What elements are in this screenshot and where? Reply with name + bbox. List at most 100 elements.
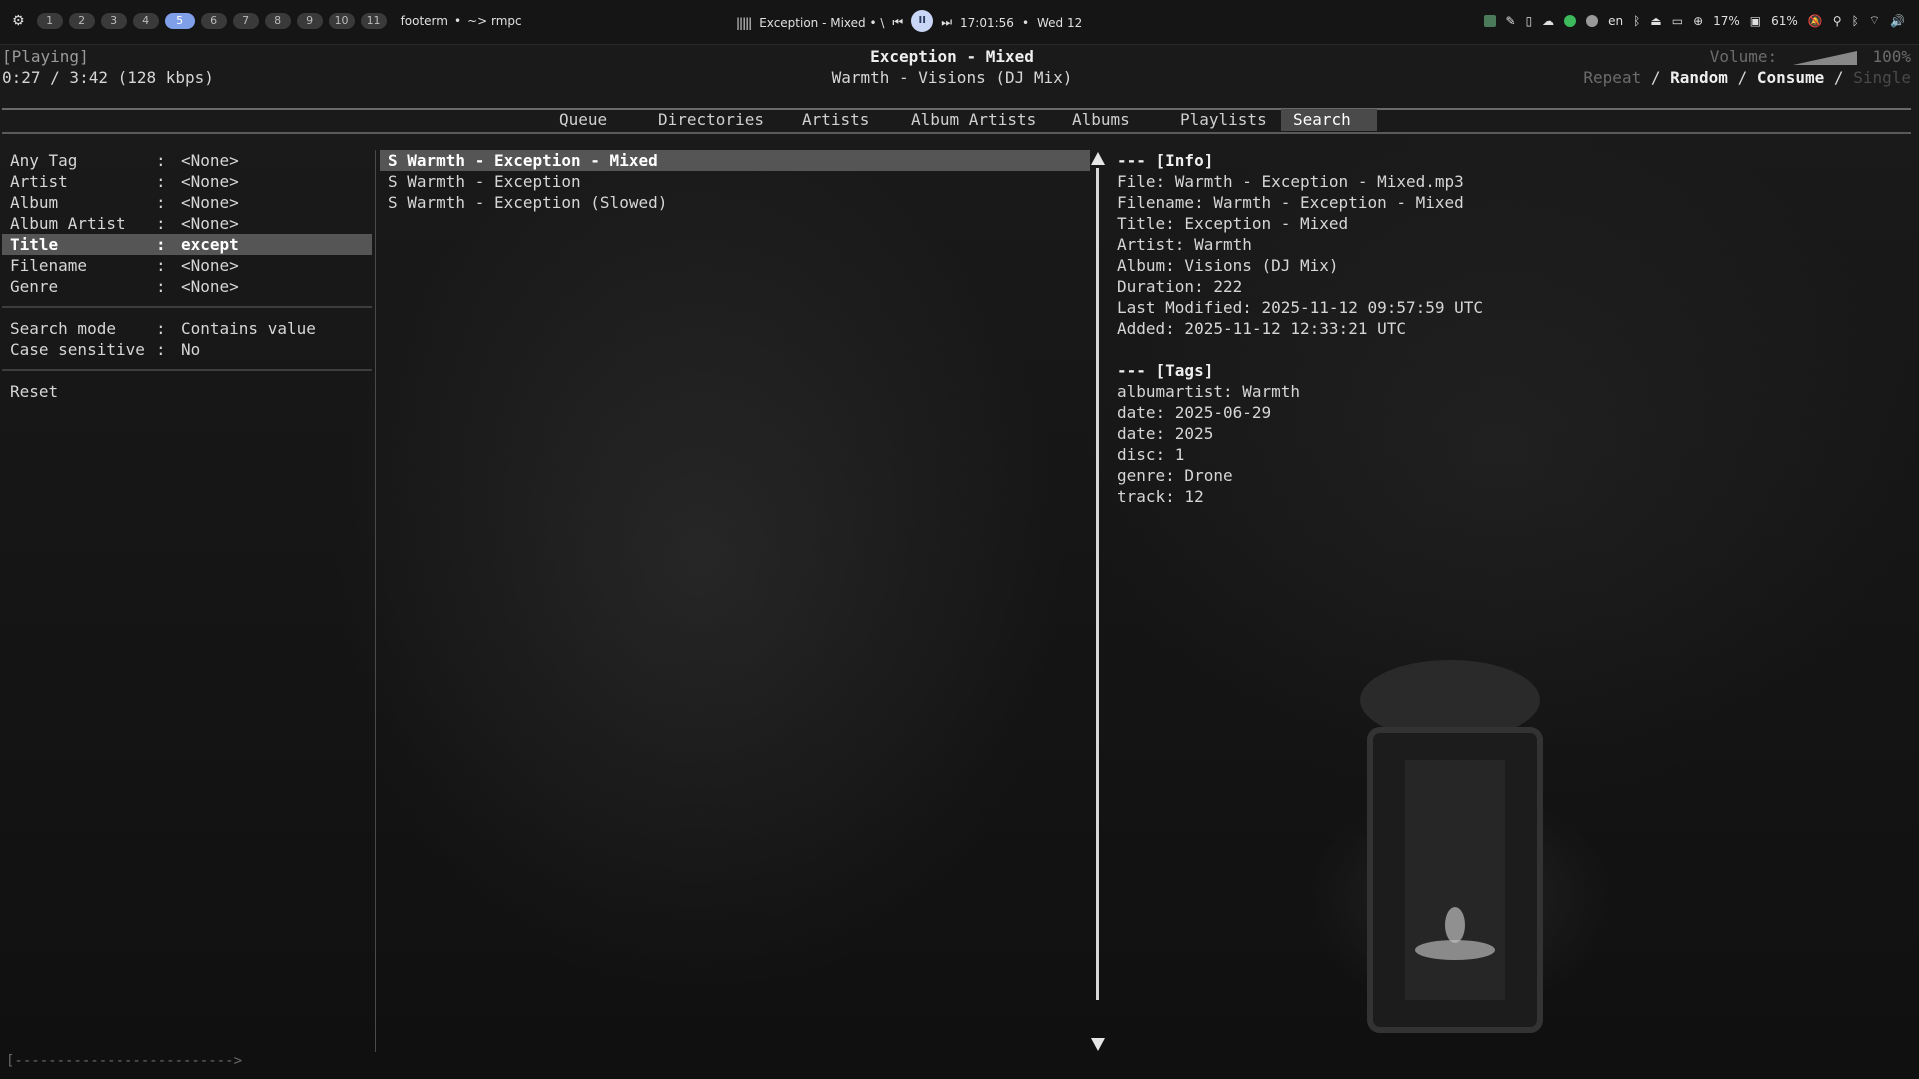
search-form: Any Tag: <None> Artist: <None> Album: <None… bbox=[2, 150, 372, 1050]
next-track-icon[interactable]: ⏭ bbox=[941, 15, 952, 30]
tab-queue[interactable]: Queue bbox=[547, 109, 619, 131]
workspace-11[interactable]: 11 bbox=[360, 13, 387, 29]
bluetooth-icon[interactable]: ᛒ bbox=[1852, 14, 1859, 28]
field-colon: : bbox=[156, 256, 166, 275]
tab-albums[interactable]: Albums bbox=[1060, 109, 1142, 131]
scroll-up-arrow-icon[interactable] bbox=[1091, 152, 1105, 165]
scroll-down-arrow-icon[interactable] bbox=[1091, 1038, 1105, 1051]
media-now-playing[interactable]: Exception - Mixed • \ bbox=[759, 16, 884, 30]
case-sensitive-option[interactable]: Case sensitive: No bbox=[2, 339, 372, 360]
tray-spotify-icon[interactable] bbox=[1564, 14, 1577, 27]
volume-value: 100% bbox=[1872, 47, 1911, 66]
info-line: Last Modified: 2025-11-12 09:57:59 UTC bbox=[1117, 298, 1484, 317]
field-value: <None> bbox=[181, 214, 239, 233]
workspace-8[interactable]: 8 bbox=[264, 13, 291, 29]
keyboard-layout[interactable]: en bbox=[1608, 14, 1623, 28]
search-field-any-tag[interactable]: Any Tag: <None> bbox=[2, 150, 372, 171]
previous-track-icon[interactable]: ⏮ bbox=[892, 15, 903, 30]
tab-artists[interactable]: Artists bbox=[790, 109, 881, 131]
song-info-pane: --- [Info] File: Warmth - Exception - Mi… bbox=[1117, 150, 1897, 1050]
calendar-icon[interactable]: ▭ bbox=[1672, 14, 1683, 28]
field-colon: : bbox=[156, 214, 166, 233]
workspace-5-active[interactable]: 5 bbox=[164, 13, 195, 29]
option-value: No bbox=[181, 340, 201, 359]
workspace-3[interactable]: 3 bbox=[100, 13, 127, 29]
power-icon[interactable]: ⚲ bbox=[1833, 14, 1842, 28]
mode-repeat[interactable]: Repeat bbox=[1583, 68, 1641, 87]
tab-divider bbox=[2, 132, 1911, 134]
option-label: Case sensitive bbox=[10, 340, 145, 359]
workspace-1[interactable]: 1 bbox=[36, 13, 63, 29]
tab-playlists[interactable]: Playlists bbox=[1168, 109, 1279, 131]
search-field-genre[interactable]: Genre: <None> bbox=[2, 276, 372, 297]
workspace-4[interactable]: 4 bbox=[132, 13, 159, 29]
mode-separator: / bbox=[1737, 68, 1748, 87]
field-colon: : bbox=[156, 172, 166, 191]
volume-bar[interactable] bbox=[1792, 50, 1857, 65]
results-scrollbar[interactable] bbox=[1091, 150, 1105, 1055]
mode-random[interactable]: Random bbox=[1670, 68, 1728, 87]
drive-icon[interactable]: ⏏ bbox=[1650, 14, 1661, 28]
field-label: Any Tag bbox=[10, 151, 78, 170]
option-label: Search mode bbox=[10, 319, 116, 338]
search-field-album[interactable]: Album: <None> bbox=[2, 192, 372, 213]
form-divider bbox=[2, 369, 372, 371]
wifi-icon[interactable]: ⌔ bbox=[1869, 13, 1880, 28]
workspace-7[interactable]: 7 bbox=[232, 13, 259, 29]
tray-discord-icon[interactable] bbox=[1586, 14, 1599, 27]
bluetooth-icon[interactable]: ᛒ bbox=[1633, 14, 1640, 28]
mode-consume[interactable]: Consume bbox=[1757, 68, 1824, 87]
tray-pen-icon[interactable]: ✎ bbox=[1506, 14, 1516, 28]
clock-date[interactable]: Wed 12 bbox=[1037, 16, 1082, 30]
result-item-selected[interactable]: S Warmth - Exception - Mixed bbox=[380, 150, 1090, 171]
notifications-muted-icon[interactable]: 🔕 bbox=[1808, 14, 1823, 28]
info-line: Artist: Warmth bbox=[1117, 235, 1252, 254]
separator-dot: • bbox=[453, 14, 462, 28]
tag-line: disc: 1 bbox=[1117, 445, 1185, 464]
tab-directories[interactable]: Directories bbox=[646, 109, 776, 131]
field-colon: : bbox=[156, 151, 166, 170]
search-field-album-artist[interactable]: Album Artist: <None> bbox=[2, 213, 372, 234]
tags-section-header: --- [Tags] bbox=[1117, 361, 1214, 380]
workspace-9[interactable]: 9 bbox=[296, 13, 323, 29]
field-value: <None> bbox=[181, 193, 239, 212]
active-window-app: footerm bbox=[400, 14, 448, 28]
search-field-artist[interactable]: Artist: <None> bbox=[2, 171, 372, 192]
reset-button[interactable]: Reset bbox=[2, 381, 372, 402]
cpu-icon: ⊕ bbox=[1693, 13, 1704, 28]
workspace-6[interactable]: 6 bbox=[200, 13, 227, 29]
tray-clipboard-icon[interactable]: ▯ bbox=[1526, 14, 1533, 28]
search-mode-option[interactable]: Search mode: Contains value bbox=[2, 318, 372, 339]
field-value: <None> bbox=[181, 172, 239, 191]
tag-line: date: 2025-06-29 bbox=[1117, 403, 1272, 422]
battery-icon: ▣ bbox=[1749, 13, 1762, 28]
search-field-filename[interactable]: Filename: <None> bbox=[2, 255, 372, 276]
launcher-gear-icon[interactable]: ⚙ bbox=[12, 13, 25, 29]
field-colon: : bbox=[156, 235, 166, 254]
search-field-title[interactable]: Title: except bbox=[2, 234, 372, 255]
mode-single[interactable]: Single bbox=[1853, 68, 1911, 87]
option-colon: : bbox=[156, 319, 166, 338]
result-item[interactable]: S Warmth - Exception bbox=[380, 171, 1090, 192]
field-colon: : bbox=[156, 277, 166, 296]
progress-status-line: [--------------------------> bbox=[6, 1053, 243, 1069]
scrollbar-track[interactable] bbox=[1096, 168, 1099, 1000]
workspace-2[interactable]: 2 bbox=[68, 13, 95, 29]
info-line: Added: 2025-11-12 12:33:21 UTC bbox=[1117, 319, 1406, 338]
result-item[interactable]: S Warmth - Exception (Slowed) bbox=[380, 192, 1090, 213]
field-label: Artist bbox=[10, 172, 68, 191]
tray-cloud-icon[interactable]: ☁ bbox=[1542, 14, 1554, 28]
tag-line: albumartist: Warmth bbox=[1117, 382, 1301, 401]
separator-dot: • bbox=[1021, 15, 1030, 30]
tab-search[interactable]: Search bbox=[1281, 109, 1377, 131]
clock-time: 17:01:56 bbox=[960, 15, 1014, 30]
tab-album-artists[interactable]: Album Artists bbox=[899, 109, 1048, 131]
info-line: Duration: 222 bbox=[1117, 277, 1243, 296]
volume-icon[interactable]: 🔊 bbox=[1890, 14, 1905, 28]
field-label: Filename bbox=[10, 256, 88, 275]
tray-shield-icon[interactable] bbox=[1483, 14, 1496, 27]
pause-button[interactable]: II bbox=[911, 10, 934, 32]
workspace-10[interactable]: 10 bbox=[328, 13, 355, 29]
tag-line: date: 2025 bbox=[1117, 424, 1214, 443]
field-value: <None> bbox=[181, 256, 239, 275]
